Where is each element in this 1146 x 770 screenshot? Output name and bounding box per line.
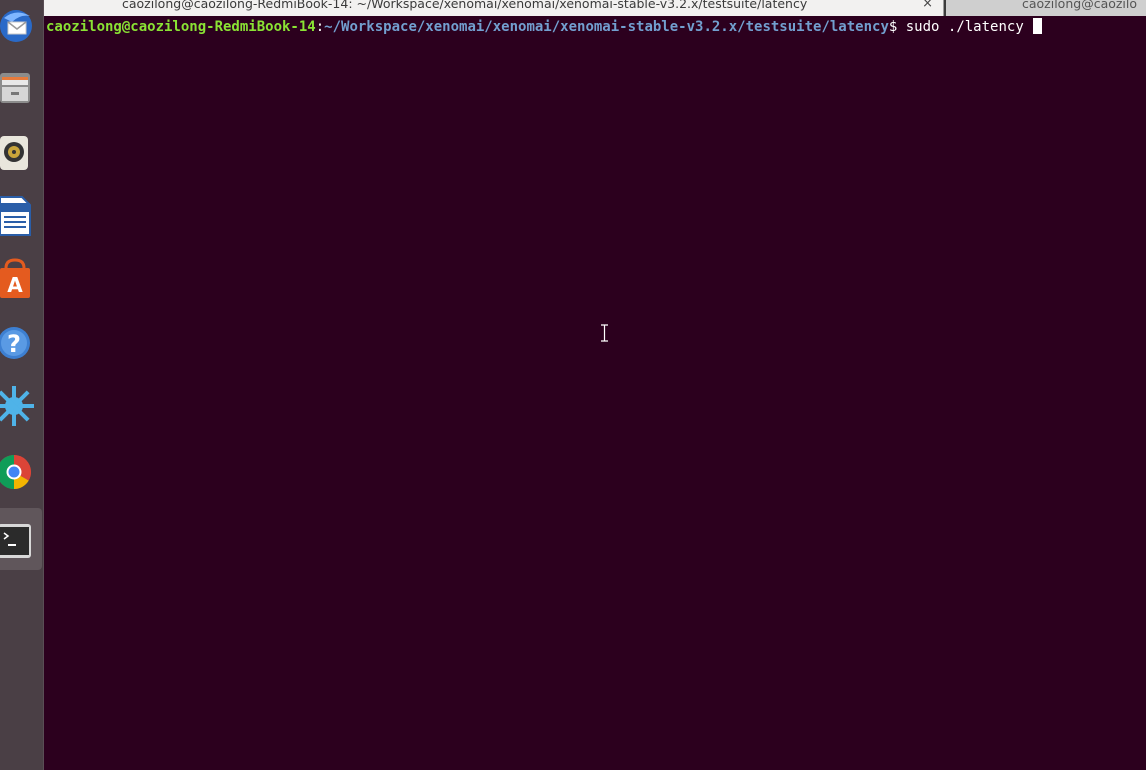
libreoffice-writer-icon [0,196,31,236]
svg-text:A: A [7,273,23,297]
thunderbird-icon [0,10,32,42]
dock-files[interactable] [0,63,42,121]
tab-latency[interactable]: caozilong@caozilong-RedmiBook-14: ~/Work… [44,0,944,16]
dock-terminal[interactable] [0,508,42,570]
rhythmbox-icon [0,136,28,170]
settings-splash-icon [0,386,34,426]
help-icon: ? [0,327,30,359]
terminal-icon [0,524,31,558]
dock-libreoffice-writer[interactable] [0,189,42,247]
dock-software-center[interactable]: A [0,252,42,310]
terminal-tab-bar: caozilong@caozilong-RedmiBook-14: ~/Work… [44,0,1146,16]
tab-title: caozilong@caozilo [1022,0,1138,11]
prompt-path: ~/Workspace/xenomai/xenomai/xenomai-stab… [324,19,889,35]
dock-rhythmbox[interactable] [0,126,42,184]
prompt-line: caozilong@caozilong-RedmiBook-14:~/Works… [46,18,1043,36]
prompt-colon: : [315,19,325,35]
svg-text:?: ? [7,330,21,358]
software-center-icon: A [0,258,30,298]
dock-splash-app[interactable] [0,380,42,438]
typed-command: sudo ./latency [897,19,1033,35]
tab-second[interactable]: caozilong@caozilo [946,0,1146,16]
launcher-dock: A ? [0,0,44,770]
dock-thunderbird[interactable] [0,0,42,58]
mouse-ibeam-cursor-icon [601,324,608,342]
dock-chrome[interactable] [0,444,42,502]
prompt-user: caozilong@caozilong-RedmiBook-14 [46,19,316,35]
close-tab-icon[interactable]: × [922,0,933,10]
terminal-view[interactable]: caozilong@caozilong-RedmiBook-14:~/Works… [44,16,1146,770]
tab-title: caozilong@caozilong-RedmiBook-14: ~/Work… [122,0,808,11]
chrome-icon [0,455,31,489]
text-cursor [1033,18,1043,34]
files-icon [0,73,30,103]
dock-help[interactable]: ? [0,316,42,374]
